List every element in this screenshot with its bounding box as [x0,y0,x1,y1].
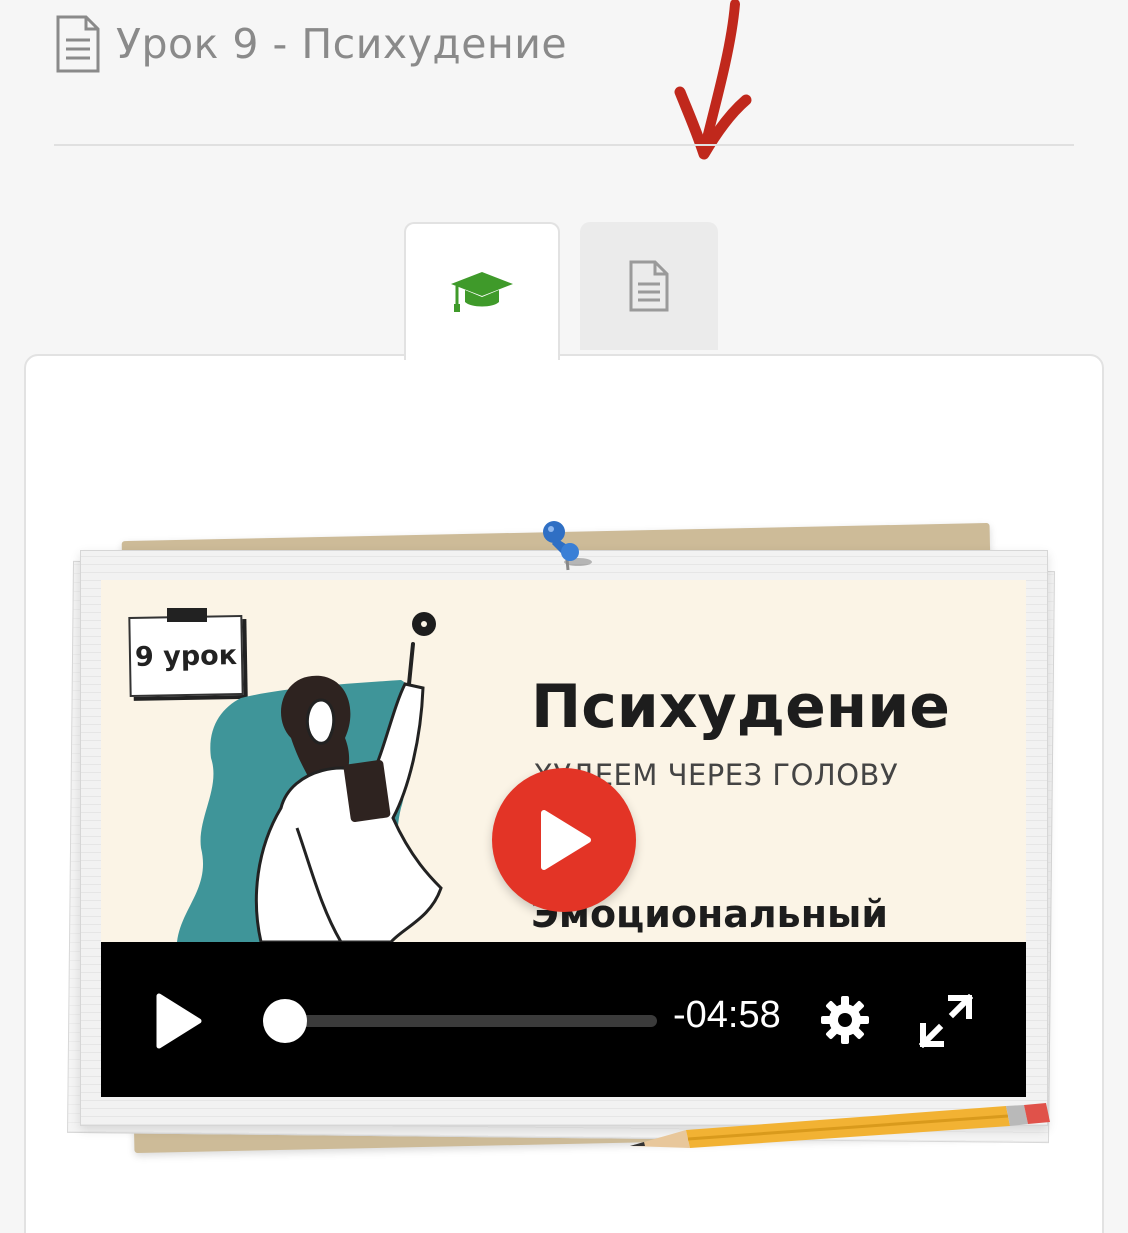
woman-illustration [177,642,443,942]
header-divider [54,144,1074,146]
big-play-button[interactable] [492,768,636,912]
tab-lesson[interactable] [404,222,560,360]
tab-text[interactable] [580,222,718,350]
progress-handle[interactable] [263,999,307,1043]
push-pin-icon [543,521,592,571]
video-thumbnail[interactable]: 9 урок Психудение ХУДЕЕМ ЧЕРЕЗ ГОЛОВУ Эм… [101,580,1026,942]
play-icon [541,810,591,870]
progress-bar[interactable] [263,999,657,1043]
graduation-cap-icon [451,272,513,312]
document-icon [56,15,100,73]
settings-gear-icon[interactable] [819,994,871,1046]
fullscreen-icon[interactable] [919,994,973,1048]
lesson-title: Урок 9 - Психудение [116,20,568,68]
lesson-header: Урок 9 - Психудение [54,14,567,74]
play-icon[interactable] [153,992,203,1050]
video-controls: -04:58 [101,942,1026,1097]
pencil-icon [630,1103,1050,1148]
thumbnail-title: Психудение [531,672,950,742]
lesson-page: Урок 9 - Психудение 9 урок Психудение ХУ… [0,0,1128,1233]
document-icon [629,260,669,312]
time-remaining: -04:58 [673,994,781,1036]
badge-tape [167,608,207,622]
video-player[interactable]: 9 урок Психудение ХУДЕЕМ ЧЕРЕЗ ГОЛОВУ Эм… [101,580,1026,1097]
